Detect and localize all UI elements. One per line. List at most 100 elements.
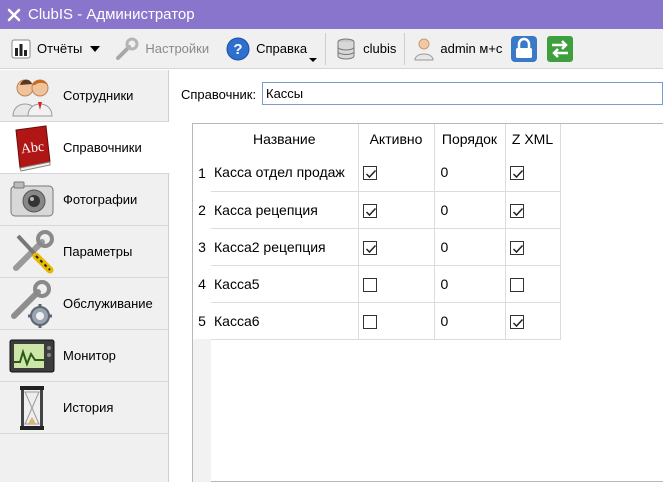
cell-active[interactable] (358, 154, 435, 192)
sidebar-item-maintenance[interactable]: Обслуживание (0, 278, 168, 330)
zxml-checkbox[interactable] (509, 277, 524, 292)
zxml-checkbox[interactable] (509, 203, 524, 218)
directory-table: Название Активно Порядок Z XML 1 Касса от… (193, 124, 561, 340)
sidebar-item-history[interactable]: История (0, 382, 168, 434)
sidebar-item-label: Фотографии (63, 192, 138, 207)
help-label: Справка (256, 41, 308, 56)
sidebar-item-photos[interactable]: Фотографии (0, 174, 168, 226)
active-checkbox[interactable] (362, 203, 377, 218)
cell-zxml[interactable] (505, 154, 561, 192)
users-icon (12, 79, 53, 116)
reports-label: Отчёты (37, 41, 83, 56)
cell-order[interactable]: 0 (434, 265, 506, 303)
toolbar-separator (404, 32, 406, 65)
column-header-zxml[interactable]: Z XML (505, 124, 561, 154)
row-number: 4 (193, 265, 211, 302)
corner-cell (193, 124, 211, 154)
cell-active[interactable] (358, 228, 435, 266)
data-grid[interactable]: Название Активно Порядок Z XML 1 Касса от… (192, 123, 663, 482)
row-number: 2 (193, 191, 211, 228)
sidebar-item-label: Обслуживание (63, 296, 153, 311)
table-row[interactable]: 5 Касса6 0 (193, 302, 561, 340)
cell-active[interactable] (358, 302, 435, 340)
monitor-icon (9, 339, 55, 372)
active-checkbox[interactable] (362, 166, 377, 181)
row-number: 5 (193, 302, 211, 339)
table-row[interactable]: 1 Касса отдел продаж 0 (193, 154, 561, 192)
settings-label: Настройки (145, 41, 210, 56)
sidebar-item-label: Справочники (63, 140, 142, 155)
directory-select[interactable] (262, 82, 663, 105)
exchange-arrows-icon (547, 35, 574, 62)
switch-user-button[interactable] (542, 31, 578, 67)
window-title: ClubIS - Администратор (28, 6, 195, 23)
user-button[interactable]: admin м+с (409, 31, 506, 67)
sidebar-item-label: Сотрудники (63, 88, 134, 103)
chevron-down-icon[interactable] (309, 57, 318, 62)
cell-order[interactable]: 0 (434, 228, 506, 266)
sidebar-item-label: История (63, 400, 114, 415)
bar-chart-icon (11, 39, 31, 58)
user-label: admin м+с (440, 41, 503, 56)
app-icon (7, 8, 21, 21)
help-button[interactable]: ? Справка (221, 31, 321, 67)
settings-button[interactable]: Настройки (110, 31, 213, 67)
table-header-row: Название Активно Порядок Z XML (193, 124, 561, 154)
sidebar-item-directories[interactable]: Abc Справочники (0, 122, 170, 174)
row-number: 3 (193, 228, 211, 265)
hourglass-icon (20, 385, 44, 430)
cell-order[interactable]: 0 (434, 302, 506, 340)
cell-order[interactable]: 0 (434, 154, 506, 192)
database-icon (337, 38, 355, 59)
sidebar-item-employees[interactable]: Сотрудники (0, 70, 168, 122)
table-row[interactable]: 3 Касса2 рецепция 0 (193, 228, 561, 266)
wrench-icon (116, 37, 139, 60)
database-button[interactable]: clubis (330, 31, 400, 67)
zxml-checkbox[interactable] (509, 240, 524, 255)
column-header-name[interactable]: Название (211, 124, 359, 154)
column-header-active[interactable]: Активно (358, 124, 435, 154)
cell-zxml[interactable] (505, 228, 561, 266)
lock-icon (511, 35, 538, 62)
tools-icon (13, 229, 54, 273)
dictionary-book-icon: Abc (15, 124, 51, 172)
lock-button[interactable] (506, 31, 542, 67)
camera-icon (10, 181, 54, 216)
cell-name[interactable]: Касса2 рецепция (211, 228, 359, 266)
toolbar-separator (325, 32, 327, 65)
database-label: clubis (363, 41, 397, 56)
cell-name[interactable]: Касса рецепция (211, 191, 359, 229)
column-header-order[interactable]: Порядок (434, 124, 506, 154)
user-icon (414, 38, 434, 60)
directory-label: Справочник: (181, 87, 257, 102)
wrench-gear-icon (11, 279, 52, 328)
cell-order[interactable]: 0 (434, 191, 506, 229)
cell-name[interactable]: Касса5 (211, 265, 359, 303)
cell-active[interactable] (358, 191, 435, 229)
help-icon: ? (226, 37, 250, 60)
sidebar: Сотрудники Abc Справочники Фотографии Па… (0, 70, 170, 482)
toolbar: Отчёты Настройки ? Справка clubis admin … (0, 29, 663, 69)
sidebar-item-parameters[interactable]: Параметры (0, 226, 168, 278)
svg-text:Abc: Abc (20, 139, 45, 157)
cell-active[interactable] (358, 265, 435, 303)
cell-zxml[interactable] (505, 265, 561, 303)
reports-button[interactable]: Отчёты (6, 31, 104, 67)
table-row[interactable]: 2 Касса рецепция 0 (193, 191, 561, 229)
active-checkbox[interactable] (362, 314, 377, 329)
sidebar-item-label: Параметры (63, 244, 133, 259)
cell-name[interactable]: Касса6 (211, 302, 359, 340)
cell-zxml[interactable] (505, 191, 561, 229)
zxml-checkbox[interactable] (509, 314, 524, 329)
sidebar-item-monitor[interactable]: Монитор (0, 330, 168, 382)
title-bar: ClubIS - Администратор (0, 0, 663, 29)
cell-zxml[interactable] (505, 302, 561, 340)
cell-name[interactable]: Касса отдел продаж (211, 154, 359, 192)
svg-text:?: ? (234, 41, 243, 58)
sidebar-item-label: Монитор (63, 348, 116, 363)
zxml-checkbox[interactable] (509, 166, 524, 181)
active-checkbox[interactable] (362, 240, 377, 255)
chevron-down-icon[interactable] (90, 45, 101, 52)
table-row[interactable]: 4 Касса5 0 (193, 265, 561, 303)
active-checkbox[interactable] (362, 277, 377, 292)
